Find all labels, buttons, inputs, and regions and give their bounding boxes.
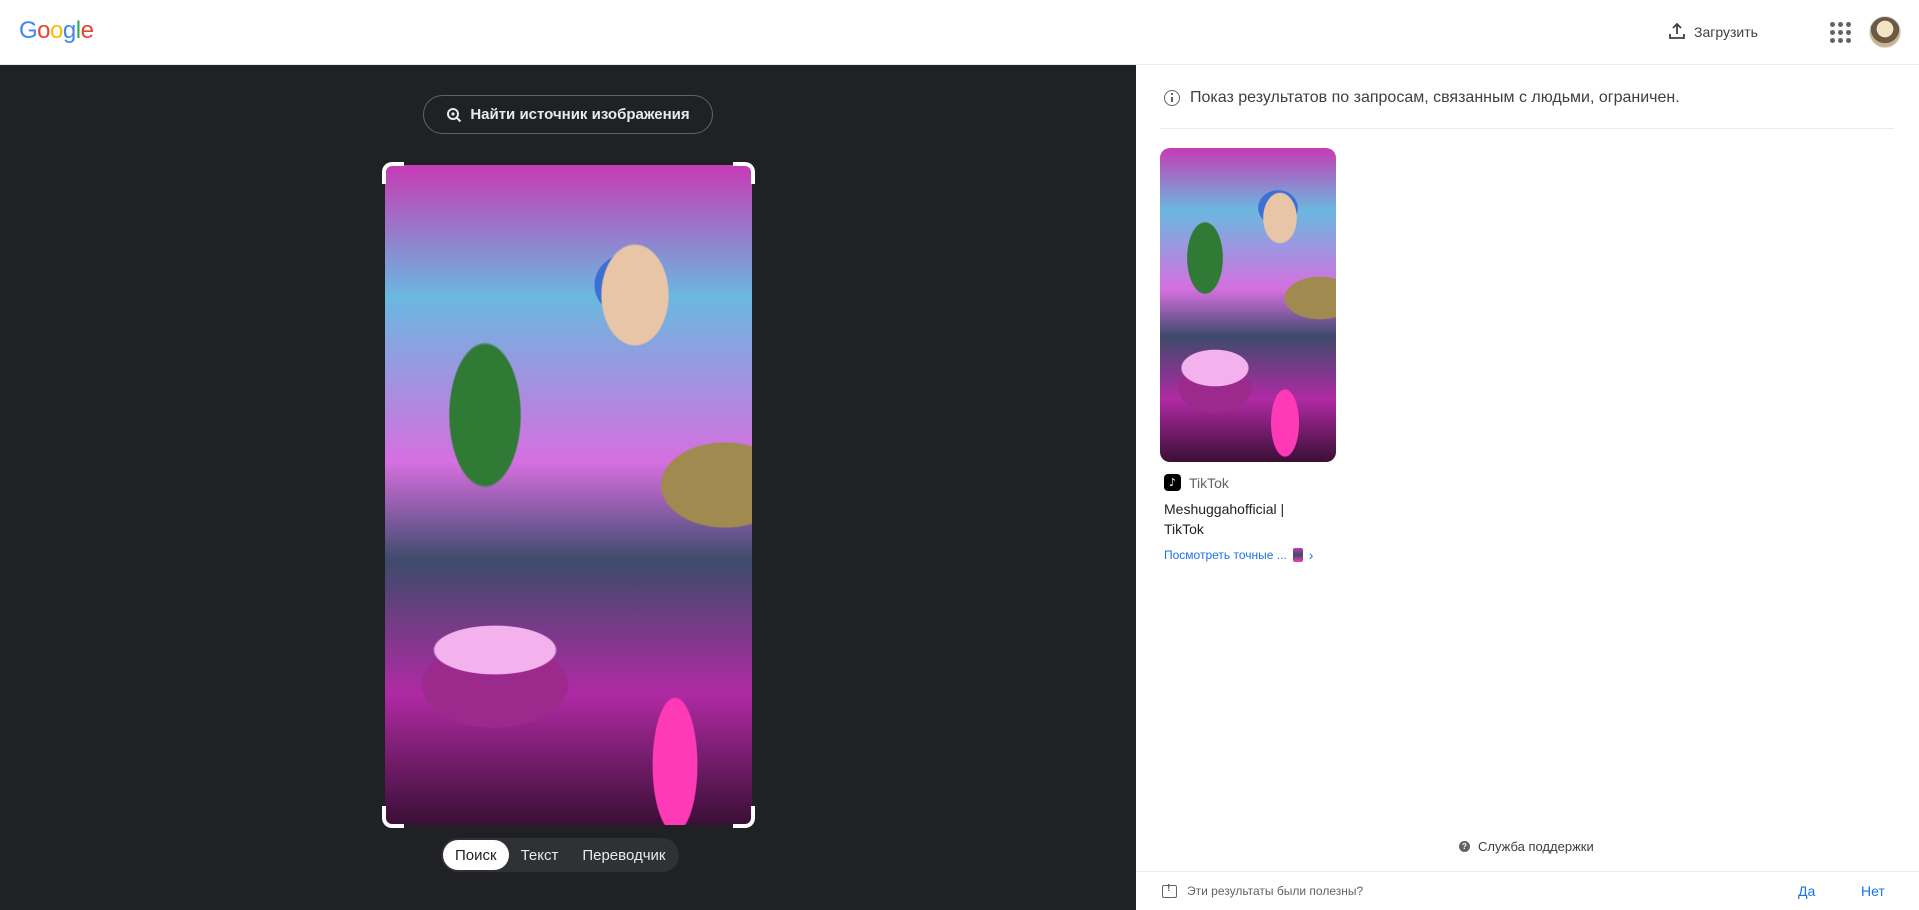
crop-handle-bottom-left[interactable] — [382, 806, 404, 828]
google-logo[interactable]: Google — [19, 17, 94, 45]
crop-handle-top-left[interactable] — [382, 162, 404, 184]
find-source-label: Найти источник изображения — [470, 106, 690, 123]
feedback-no-button[interactable]: Нет — [1861, 883, 1885, 899]
support-link[interactable]: ? Служба поддержки — [1459, 839, 1594, 854]
notice-text: Показ результатов по запросам, связанным… — [1190, 89, 1680, 106]
result-card[interactable]: ♪ TikTok Meshuggahofficial | TikTok Посм… — [1160, 148, 1336, 563]
upload-button[interactable]: Загрузить — [1668, 16, 1758, 48]
support-label: Служба поддержки — [1478, 839, 1594, 854]
lens-search-icon — [446, 107, 462, 123]
image-viewer-panel: Найти источник изображения Поиск Текст П… — [0, 65, 1136, 910]
feedback-yes-button[interactable]: Да — [1798, 883, 1815, 899]
tab-translate[interactable]: Переводчик — [570, 840, 677, 870]
tiktok-icon: ♪ — [1164, 474, 1181, 491]
upload-icon — [1668, 22, 1686, 43]
upload-label: Загрузить — [1694, 24, 1758, 40]
help-icon: ? — [1459, 841, 1470, 852]
tab-search[interactable]: Поиск — [443, 840, 509, 870]
result-thumbnail[interactable] — [1160, 148, 1336, 462]
view-exact-matches-link[interactable]: Посмотреть точные ... › — [1164, 547, 1336, 563]
divider — [1160, 128, 1894, 129]
info-icon — [1164, 90, 1180, 106]
chevron-right-icon: › — [1308, 547, 1314, 563]
results-panel: Показ результатов по запросам, связанным… — [1136, 65, 1919, 910]
account-avatar[interactable] — [1869, 16, 1901, 48]
uploaded-image — [385, 165, 752, 825]
crop-handle-bottom-right[interactable] — [733, 806, 755, 828]
logo-letter-g: G — [19, 17, 38, 44]
logo-letter-g2: g — [62, 17, 76, 44]
result-title[interactable]: Meshuggahofficial | TikTok — [1164, 499, 1314, 539]
apps-grid-icon[interactable] — [1826, 18, 1854, 46]
exact-match-thumbnail — [1292, 548, 1303, 562]
top-bar: Google Загрузить — [0, 0, 1919, 65]
logo-letter-o2: o — [50, 17, 63, 44]
crop-handle-top-right[interactable] — [733, 162, 755, 184]
logo-letter-o1: o — [37, 17, 51, 44]
feedback-bar: Эти результаты были полезны? Да Нет — [1136, 871, 1919, 910]
lens-mode-tabs: Поиск Текст Переводчик — [441, 838, 680, 872]
tab-text[interactable]: Текст — [509, 840, 571, 870]
exact-link-label: Посмотреть точные ... — [1164, 548, 1287, 562]
restriction-notice: Показ результатов по запросам, связанным… — [1164, 89, 1680, 107]
result-source-name: TikTok — [1189, 474, 1229, 491]
crop-selection-area[interactable] — [382, 162, 755, 828]
feedback-question: Эти результаты были полезны? — [1162, 883, 1364, 898]
feedback-icon — [1162, 883, 1177, 898]
feedback-question-text: Эти результаты были полезны? — [1187, 884, 1364, 898]
logo-letter-e: e — [80, 17, 94, 44]
result-source: ♪ TikTok — [1164, 474, 1336, 491]
find-image-source-button[interactable]: Найти источник изображения — [423, 95, 713, 134]
